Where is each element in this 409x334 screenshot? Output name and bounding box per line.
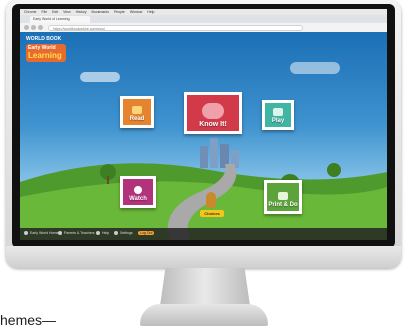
menu-item[interactable]: File [41,10,47,14]
menu-item[interactable]: View [63,10,71,14]
nav-help[interactable]: Help [96,231,109,235]
brain-icon [202,103,224,119]
cloud [80,72,120,82]
browser-tab-bar: Early World of Learning [20,15,387,23]
nav-parents-teachers[interactable]: Parents & Teachers [58,231,94,235]
mascot-character[interactable] [206,192,216,208]
menu-item[interactable]: History [76,10,87,14]
read-label: Read [129,116,145,122]
menu-item[interactable]: People [114,10,125,14]
book-icon [132,106,142,114]
watch-label: Watch [129,196,147,202]
nav-settings[interactable]: Settings [114,231,133,235]
watch-card[interactable]: Watch [120,176,156,208]
app-canvas: WORLD BOOK Early World Learning Read Kno… [20,32,387,240]
menu-item[interactable]: Chrome [24,10,36,14]
know-it-label: Know It! [199,121,227,128]
help-icon [96,231,100,235]
url-input[interactable]: https://worldbookonline.com/ewol [48,24,303,31]
people-icon [58,231,62,235]
print-do-label: Print & Do [268,202,298,208]
menu-item[interactable]: Window [130,10,142,14]
app-title-line2: Learning [28,51,62,60]
brand-logo: WORLD BOOK [26,36,62,42]
choices-button[interactable]: Choices [200,210,224,217]
menu-item[interactable]: Bookmarks [91,10,109,14]
back-icon[interactable] [24,25,29,30]
know-it-card[interactable]: Know It! [184,92,242,134]
cloud [290,62,340,74]
play-label: Play [271,118,285,124]
screen: Chrome File Edit View History Bookmarks … [20,9,387,240]
monitor-stand-foot [140,304,268,326]
monitor-stand-neck [160,268,250,306]
reload-icon[interactable] [38,25,43,30]
forward-icon[interactable] [31,25,36,30]
print-do-card[interactable]: Print & Do [264,180,302,214]
printer-icon [278,192,288,200]
menu-item[interactable]: Help [147,10,154,14]
monitor-chin [6,246,401,268]
play-video-icon [134,186,142,194]
home-icon [24,231,28,235]
browser-tab[interactable]: Early World of Learning [30,16,90,23]
bottom-nav-bar: Early World Home Parents & Teachers Help… [20,228,387,240]
menu-item[interactable]: Edit [52,10,58,14]
nav-home[interactable]: Early World Home [24,231,58,235]
caption-text: hemes— [0,312,57,328]
gamepad-icon [273,108,283,116]
play-card[interactable]: Play [262,100,294,130]
read-card[interactable]: Read [120,96,154,128]
hills-landscape [20,163,387,240]
nav-log-out[interactable]: Log Out [138,230,155,235]
gear-icon [114,231,118,235]
